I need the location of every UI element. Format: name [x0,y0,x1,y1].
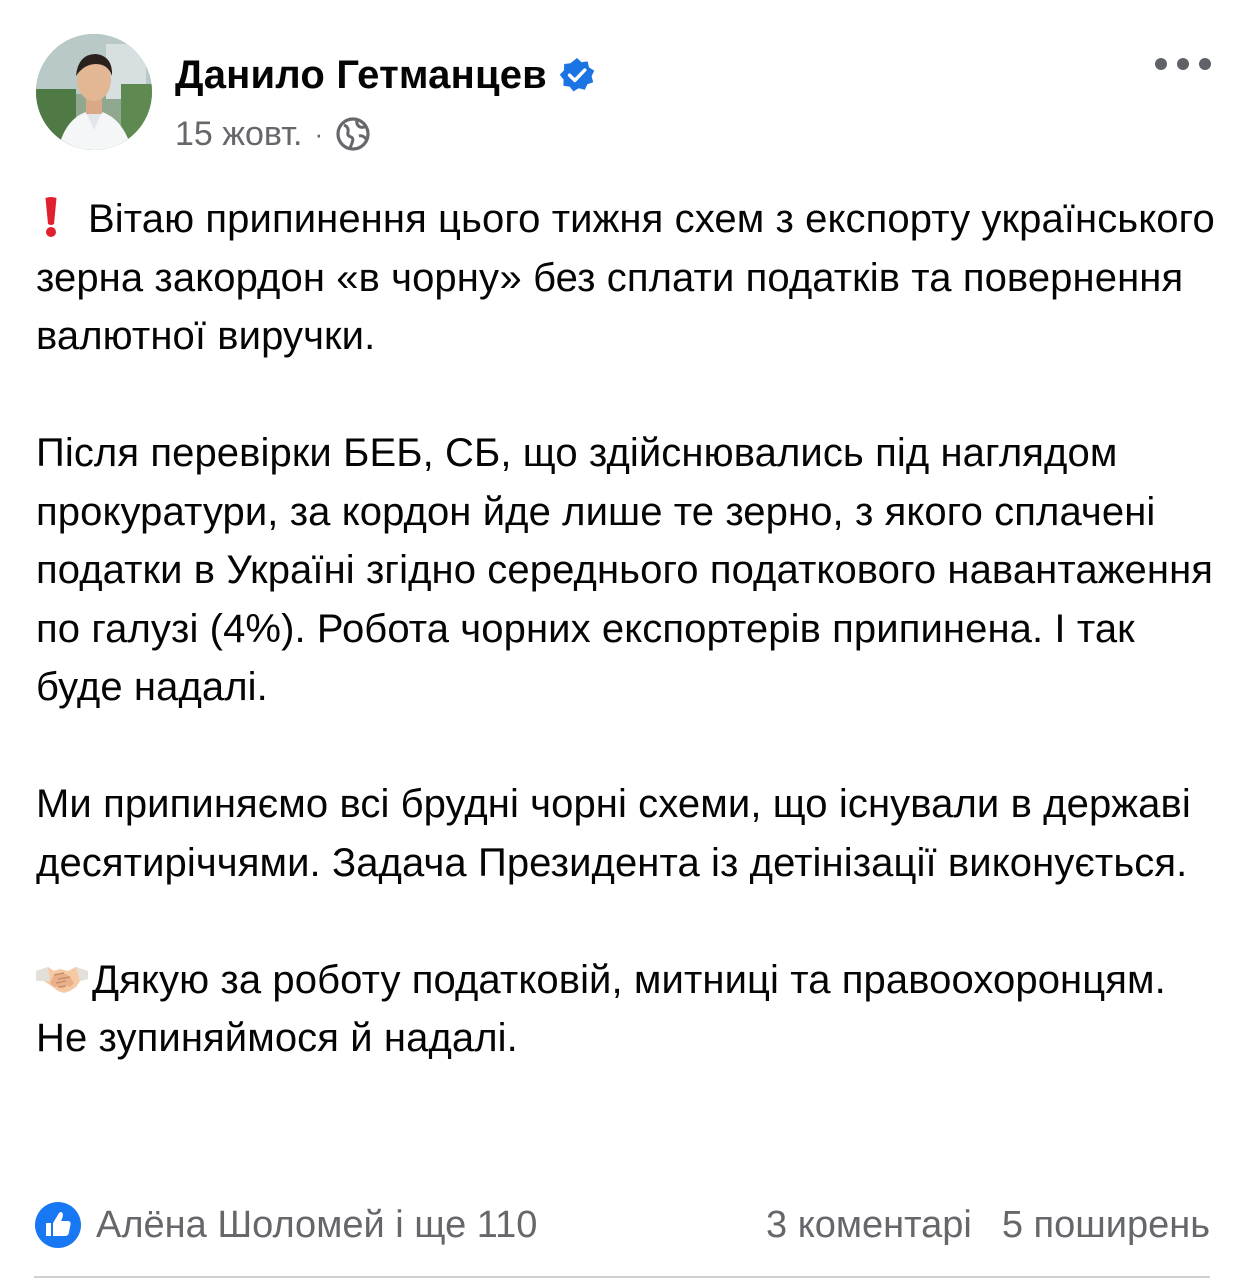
paragraph-text: Ми припиняємо всі брудні чорні схеми, що… [36,782,1191,885]
author-row: Данило Гетманцев [175,52,595,98]
more-dot [1199,58,1211,70]
paragraph-text: Дякую за роботу податковій, митниці та п… [36,957,1166,1061]
author-avatar[interactable] [36,34,152,150]
post-date[interactable]: 15 жовт. [175,114,302,154]
comments-link[interactable]: 3 коментарі [766,1204,972,1247]
more-dot [1177,58,1189,70]
post-meta: 15 жовт. · [175,114,371,154]
post-paragraph-3: Ми припиняємо всі брудні чорні схеми, що… [36,775,1216,892]
shares-link[interactable]: 5 поширень [1002,1204,1210,1247]
meta-separator: · [314,119,324,149]
red-exclamation-icon [36,190,66,249]
paragraph-text: Вітаю припинення цього тижня схем з експ… [36,197,1215,358]
post-footer: Алёна Шоломей і ще 110 3 коментарі 5 пош… [34,1196,1210,1254]
globe-icon[interactable] [335,116,371,152]
more-dot [1155,58,1167,70]
footer-divider [34,1276,1210,1278]
post-paragraph-1: Вітаю припинення цього тижня схем з експ… [36,190,1216,366]
paragraph-text: Після перевірки БЕБ, СБ, що здійснювалис… [36,431,1214,709]
profile-photo [36,34,152,150]
author-name[interactable]: Данило Гетманцев [175,52,547,98]
like-icon[interactable] [34,1201,82,1249]
post-paragraph-2: Після перевірки БЕБ, СБ, що здійснювалис… [36,424,1216,717]
verified-badge-icon [559,57,595,93]
post-header: Данило Гетманцев 15 жовт. · [36,34,1211,154]
post-body: Вітаю припинення цього тижня схем з експ… [36,190,1216,1068]
post-paragraph-4: Дякую за роботу податковій, митниці та п… [36,951,1216,1068]
reactors-link[interactable]: Алёна Шоломей і ще 110 [96,1204,537,1247]
more-options-icon[interactable] [1155,52,1211,76]
handshake-icon [36,951,88,1010]
